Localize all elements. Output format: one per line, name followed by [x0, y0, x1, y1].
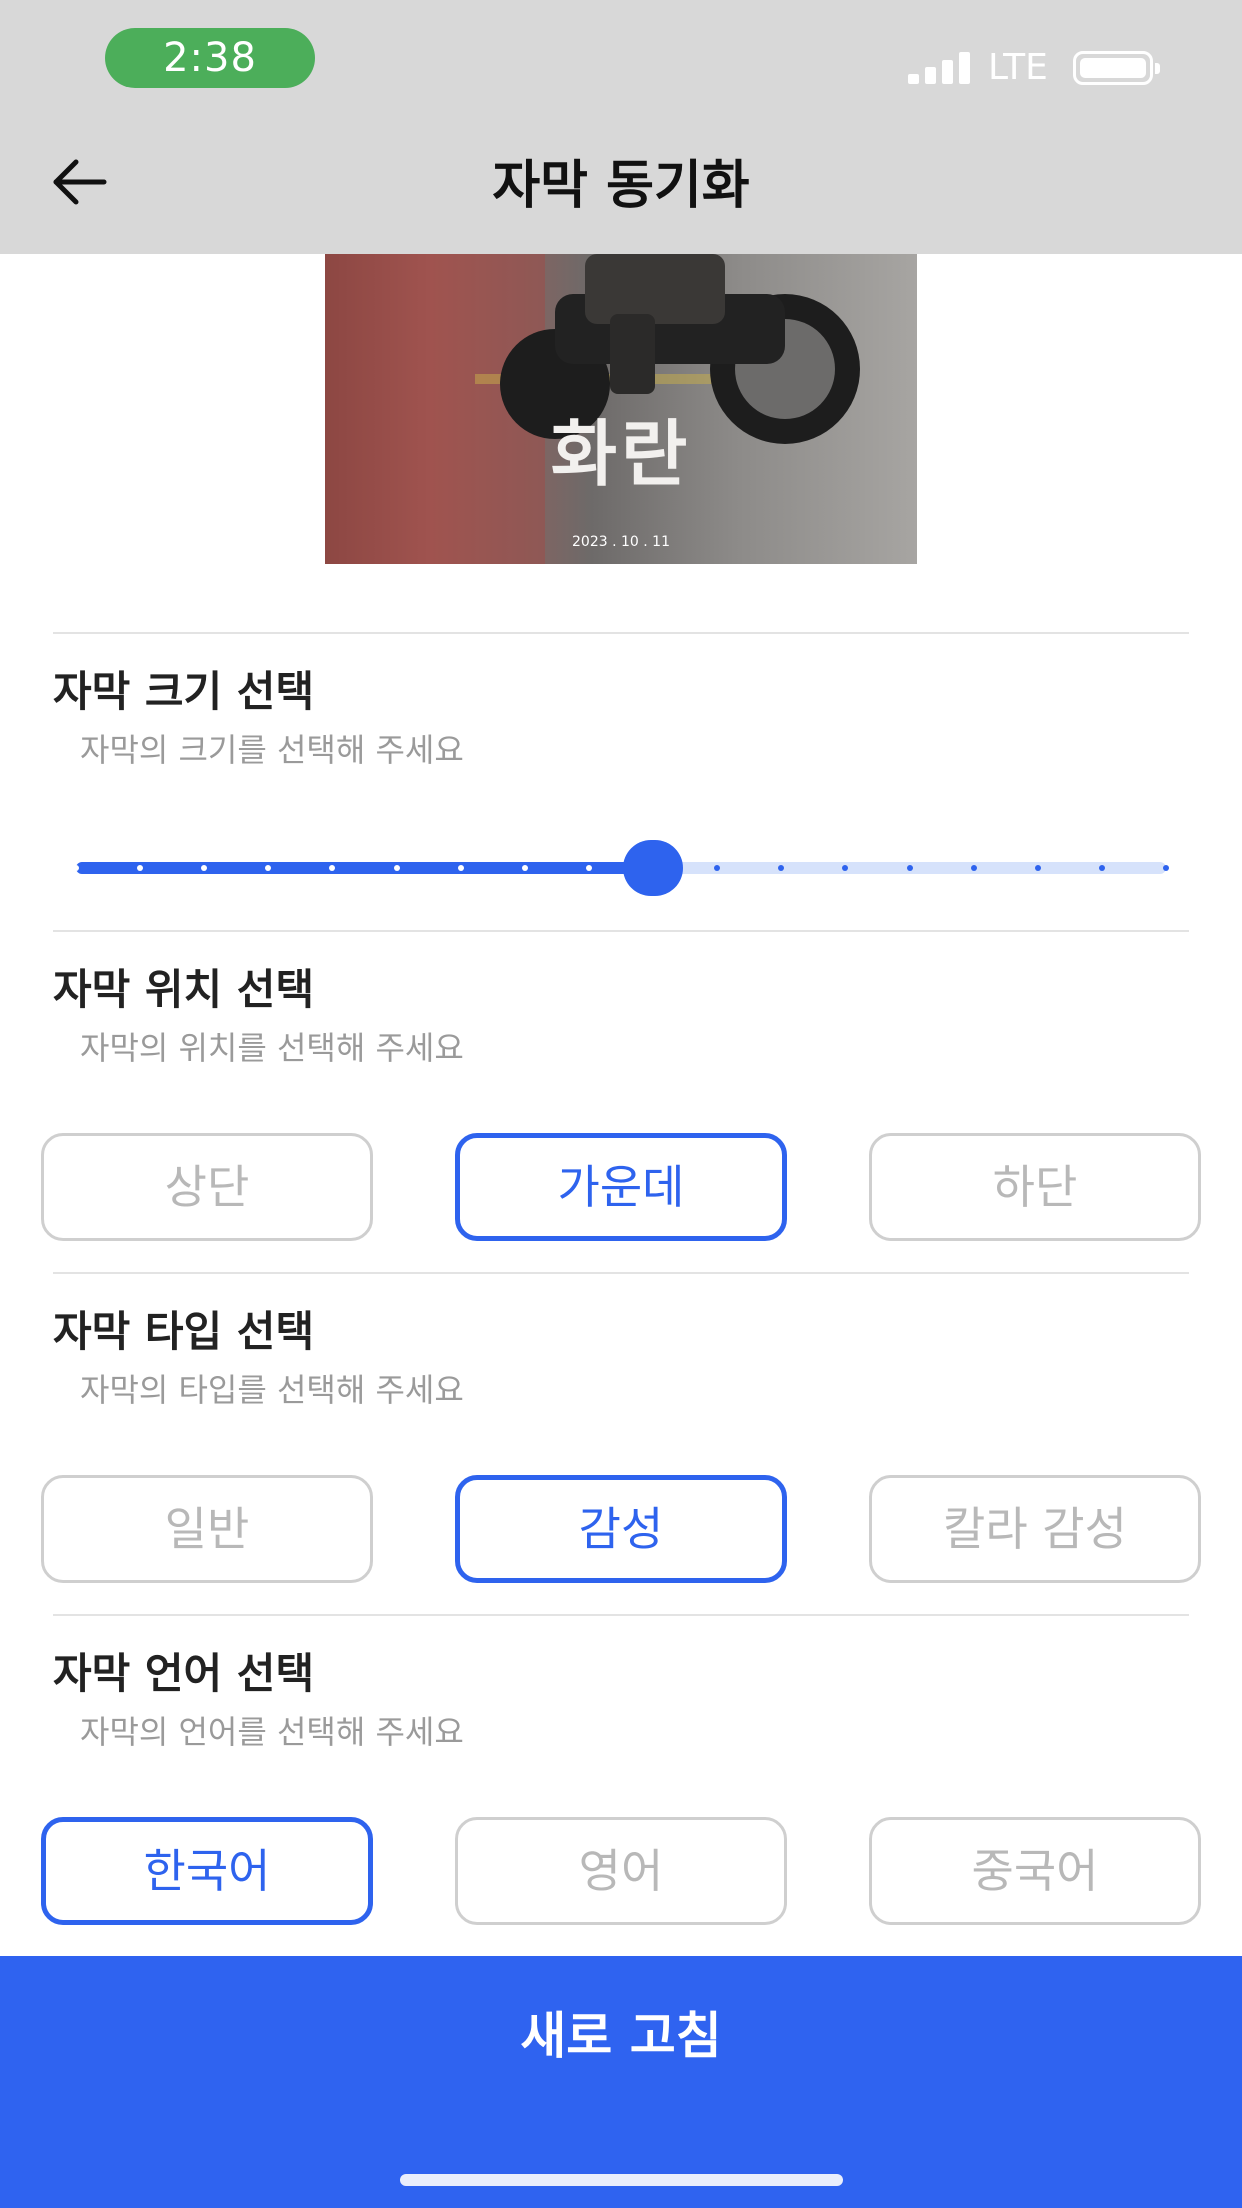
size-slider[interactable]	[73, 840, 1169, 896]
divider	[53, 632, 1189, 634]
status-time: 2:38	[105, 28, 315, 88]
slider-step-dot	[906, 865, 913, 871]
position-option-top[interactable]: 상단	[41, 1133, 373, 1241]
divider	[53, 1614, 1189, 1616]
slider-thumb[interactable]	[623, 840, 684, 896]
battery-icon	[1073, 51, 1160, 85]
slider-step-dot	[521, 865, 528, 871]
top-bar: 2:38 LTE 자막 동기화	[0, 0, 1242, 254]
language-section-title: 자막 언어 선택	[53, 1649, 315, 1698]
type-section-title: 자막 타입 선택	[53, 1307, 315, 1356]
type-option-color-emotional[interactable]: 칼라 감성	[869, 1475, 1201, 1583]
divider	[53, 1272, 1189, 1274]
type-option-emotional[interactable]: 감성	[455, 1475, 787, 1583]
position-option-bottom[interactable]: 하단	[869, 1133, 1201, 1241]
refresh-button[interactable]: 새로 고침	[0, 1956, 1242, 2208]
poster-title: 화란	[550, 412, 692, 496]
type-section-subtitle: 자막의 타입를 선택해 주세요	[80, 1371, 464, 1409]
language-option-chinese[interactable]: 중국어	[869, 1817, 1201, 1925]
divider	[53, 930, 1189, 932]
position-section-title: 자막 위치 선택	[53, 965, 315, 1014]
position-option-middle[interactable]: 가운데	[455, 1133, 787, 1241]
slider-step-dot	[393, 865, 400, 871]
slider-fill	[76, 862, 654, 874]
slider-step-dot	[1034, 865, 1041, 871]
slider-step-dot	[73, 865, 79, 871]
position-section-subtitle: 자막의 위치를 선택해 주세요	[80, 1029, 464, 1067]
home-indicator	[400, 2174, 843, 2186]
slider-step-dot	[1098, 865, 1105, 871]
movie-poster: 화란 2023 . 10 . 11	[325, 254, 917, 564]
size-section-subtitle: 자막의 크기를 선택해 주세요	[80, 731, 464, 769]
slider-step-dot	[1163, 865, 1169, 871]
poster-date: 2023 . 10 . 11	[572, 534, 670, 550]
slider-step-dot	[585, 865, 592, 871]
slider-step-dot	[457, 865, 464, 871]
language-section-subtitle: 자막의 언어를 선택해 주세요	[80, 1713, 464, 1751]
page-title: 자막 동기화	[492, 156, 750, 216]
network-type: LTE	[988, 47, 1048, 88]
signal-icon	[908, 52, 970, 84]
type-option-normal[interactable]: 일반	[41, 1475, 373, 1583]
size-section-title: 자막 크기 선택	[53, 667, 315, 716]
slider-step-dot	[970, 865, 977, 871]
language-option-korean[interactable]: 한국어	[41, 1817, 373, 1925]
language-option-english[interactable]: 영어	[455, 1817, 787, 1925]
